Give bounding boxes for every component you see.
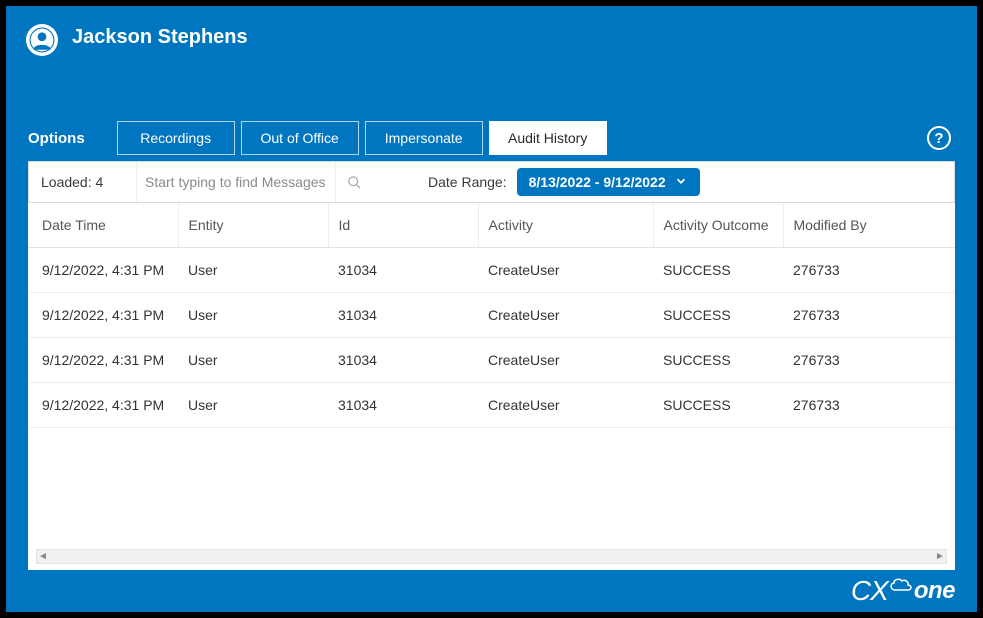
loaded-value: 4 (96, 174, 104, 190)
tab-recordings[interactable]: Recordings (117, 121, 235, 155)
cell-entity: User (178, 338, 328, 383)
cell-outcome: SUCCESS (653, 338, 783, 383)
scroll-left-icon: ◄ (37, 551, 49, 562)
help-icon: ? (934, 130, 943, 147)
col-date-time[interactable]: Date Time (28, 203, 178, 248)
col-id[interactable]: Id (328, 203, 478, 248)
cell-modified-by: 276733 (783, 383, 955, 428)
cell-outcome: SUCCESS (653, 383, 783, 428)
app-footer: CX one (6, 570, 977, 612)
cell-id: 31034 (328, 338, 478, 383)
cell-entity: User (178, 248, 328, 293)
cell-activity: CreateUser (478, 383, 653, 428)
table-header-row: Date Time Entity Id Activity Activity Ou… (28, 203, 955, 248)
loaded-count: Loaded: 4 (41, 174, 136, 190)
options-label: Options (28, 130, 85, 147)
cloud-icon (888, 571, 914, 599)
cell-outcome: SUCCESS (653, 293, 783, 338)
col-activity[interactable]: Activity (478, 203, 653, 248)
cell-date-time: 9/12/2022, 4:31 PM (28, 383, 178, 428)
cell-modified-by: 276733 (783, 248, 955, 293)
cell-activity: CreateUser (478, 293, 653, 338)
avatar-icon (29, 27, 55, 53)
app-header: Jackson Stephens (6, 6, 977, 115)
tab-impersonate[interactable]: Impersonate (365, 121, 483, 155)
search-button[interactable] (336, 162, 372, 202)
loaded-prefix: Loaded: (41, 174, 92, 190)
scroll-right-icon: ► (934, 551, 946, 562)
col-activity-outcome[interactable]: Activity Outcome (653, 203, 783, 248)
date-range-picker[interactable]: 8/13/2022 - 9/12/2022 (517, 168, 700, 196)
table-row[interactable]: 9/12/2022, 4:31 PMUser31034CreateUserSUC… (28, 338, 955, 383)
tab-audit-history[interactable]: Audit History (489, 121, 607, 155)
col-entity[interactable]: Entity (178, 203, 328, 248)
tab-list: Recordings Out of Office Impersonate Aud… (117, 121, 607, 155)
horizontal-scrollbar[interactable]: ◄ ► (36, 549, 947, 564)
cell-outcome: SUCCESS (653, 248, 783, 293)
cell-modified-by: 276733 (783, 293, 955, 338)
page-title: Jackson Stephens (72, 26, 248, 49)
search-icon (347, 175, 362, 190)
audit-table-area: Date Time Entity Id Activity Activity Ou… (28, 203, 955, 570)
cell-activity: CreateUser (478, 248, 653, 293)
col-modified-by[interactable]: Modified By (783, 203, 955, 248)
date-range-label: Date Range: (428, 174, 507, 190)
cell-activity: CreateUser (478, 338, 653, 383)
help-button[interactable]: ? (927, 126, 951, 150)
brand-cx: CX (851, 575, 888, 607)
audit-toolbar: Loaded: 4 Date Range: 8/13/2022 - 9/12/2… (28, 161, 955, 203)
audit-table: Date Time Entity Id Activity Activity Ou… (28, 203, 955, 428)
brand-logo: CX one (851, 575, 955, 607)
cell-id: 31034 (328, 248, 478, 293)
cell-id: 31034 (328, 383, 478, 428)
table-row[interactable]: 9/12/2022, 4:31 PMUser31034CreateUserSUC… (28, 383, 955, 428)
cell-date-time: 9/12/2022, 4:31 PM (28, 248, 178, 293)
search-box (136, 162, 336, 202)
avatar[interactable] (26, 24, 58, 56)
table-row[interactable]: 9/12/2022, 4:31 PMUser31034CreateUserSUC… (28, 248, 955, 293)
search-input[interactable] (145, 174, 327, 190)
cell-date-time: 9/12/2022, 4:31 PM (28, 338, 178, 383)
date-range-value: 8/13/2022 - 9/12/2022 (529, 174, 666, 190)
cell-modified-by: 276733 (783, 338, 955, 383)
chevron-down-icon (674, 174, 688, 191)
cell-entity: User (178, 293, 328, 338)
content-area: Loaded: 4 Date Range: 8/13/2022 - 9/12/2… (6, 161, 977, 570)
tab-bar: Options Recordings Out of Office Imperso… (6, 115, 977, 161)
cell-date-time: 9/12/2022, 4:31 PM (28, 293, 178, 338)
cell-id: 31034 (328, 293, 478, 338)
table-row[interactable]: 9/12/2022, 4:31 PMUser31034CreateUserSUC… (28, 293, 955, 338)
brand-one: one (914, 577, 955, 605)
tab-out-of-office[interactable]: Out of Office (241, 121, 359, 155)
cell-entity: User (178, 383, 328, 428)
